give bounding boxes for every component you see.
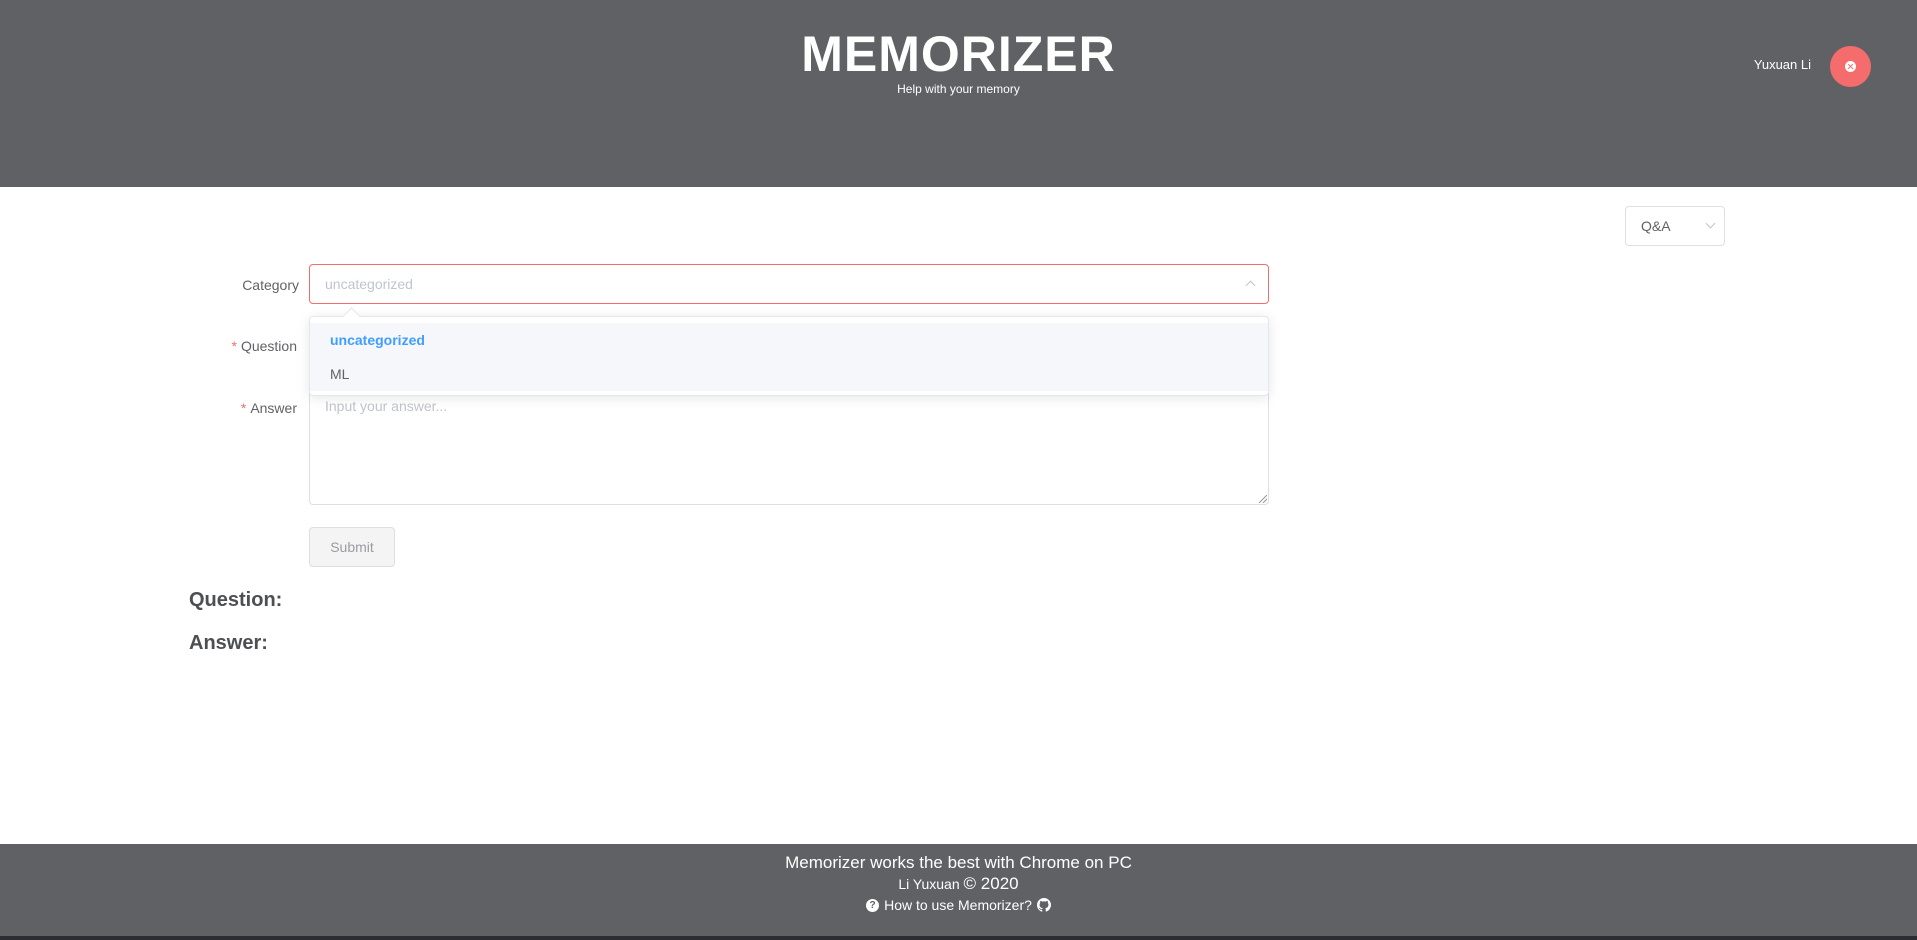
footer-author: Li Yuxuan (898, 876, 960, 892)
answer-label: * Answer (240, 400, 297, 416)
header: MEMORIZER Help with your memory Yuxuan L… (0, 0, 1917, 187)
question-circle-icon: ? (866, 898, 880, 912)
footer-bottom-bar (0, 936, 1917, 940)
required-mark: * (231, 338, 237, 354)
category-select-placeholder: uncategorized (325, 276, 413, 292)
result-answer-label: Answer: (189, 632, 268, 654)
app-title: MEMORIZER (801, 26, 1116, 82)
answer-placeholder: Input your answer... (325, 398, 448, 414)
question-label: * Question (231, 338, 298, 354)
category-select[interactable]: uncategorized (309, 264, 1269, 304)
mode-select-value: Q&A (1641, 218, 1671, 234)
required-mark: * (240, 400, 247, 416)
answer-textarea[interactable]: Input your answer... (309, 393, 1269, 505)
category-label: Category (242, 277, 299, 293)
footer-credits: Li Yuxuan © 2020 (0, 874, 1917, 894)
category-dropdown: uncategorized ML (309, 316, 1269, 396)
dropdown-option-uncategorized[interactable]: uncategorized (310, 323, 1268, 357)
dropdown-option-ml[interactable]: ML (310, 357, 1268, 391)
close-circle-icon (1845, 61, 1856, 72)
user-name: Yuxuan Li (1753, 57, 1811, 72)
footer-browser-note: Memorizer works the best with Chrome on … (785, 853, 1132, 872)
github-icon[interactable] (1036, 898, 1051, 912)
chevron-down-icon (1705, 218, 1716, 229)
app-subtitle: Help with your memory (897, 82, 1020, 96)
avatar[interactable] (1830, 46, 1871, 87)
mode-select[interactable]: Q&A (1625, 206, 1725, 246)
footer-help: ? How to use Memorizer? (0, 895, 1917, 915)
resize-handle-icon[interactable] (1259, 495, 1267, 503)
footer: Memorizer works the best with Chrome on … (0, 844, 1917, 936)
footer-copyright: © 2020 (963, 874, 1019, 893)
help-link[interactable]: How to use Memorizer? (884, 895, 1032, 915)
result-question-label: Question: (189, 589, 283, 611)
chevron-up-icon (1245, 280, 1256, 291)
submit-button[interactable]: Submit (309, 527, 395, 567)
